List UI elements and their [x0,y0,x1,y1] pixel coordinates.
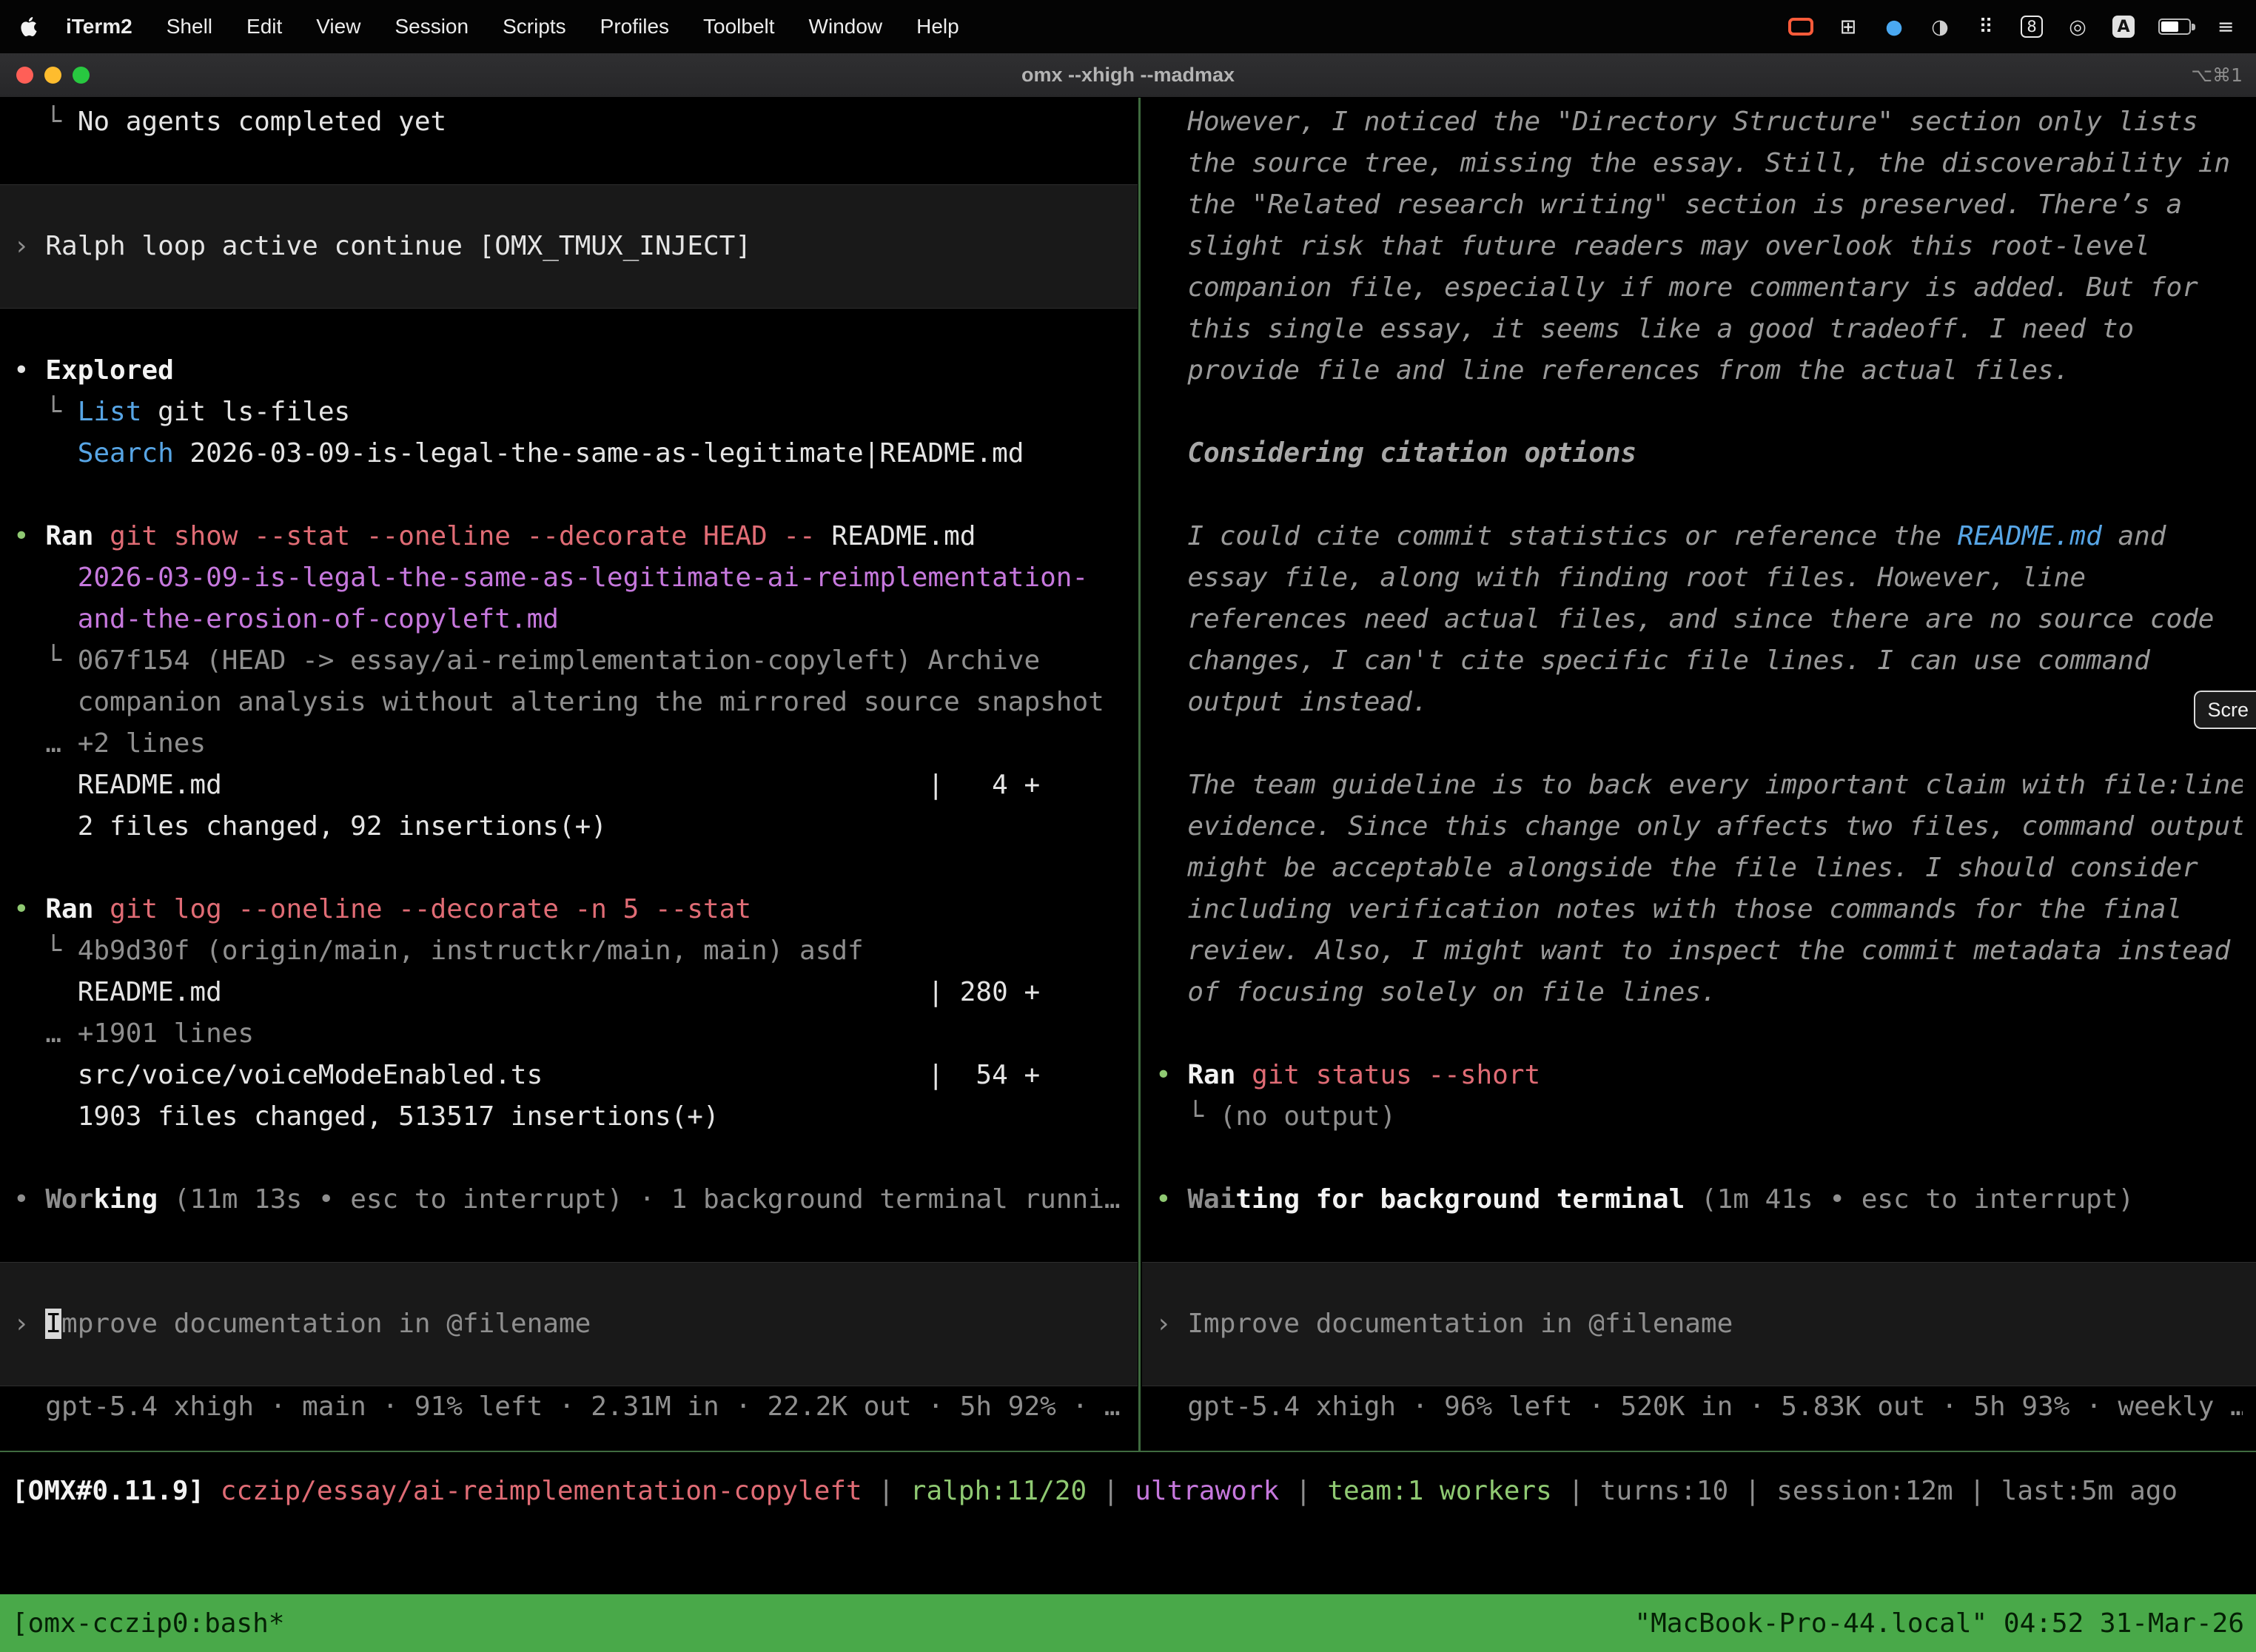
dark-app-icon[interactable]: ◑ [1929,14,1951,39]
terminal-line: including verification notes with those … [1155,889,2243,930]
tmux-session-label: [omx-cczip0:bash* [12,1608,284,1639]
terminal-line [1155,1220,2243,1262]
prompt-box[interactable]: › Improve documentation in @filename [0,1262,1138,1386]
screen-recording-icon[interactable] [1788,18,1813,36]
window-title: omx --xhigh --madmax [0,64,2256,87]
terminal-line: src/voice/voiceModeEnabled.ts | 54 + [13,1055,1124,1096]
terminal-line [1155,1138,2243,1179]
menu-item-view[interactable]: View [316,15,360,38]
window-shortcut: ⌥⌘1 [2191,64,2243,86]
reasoning-heading: Considering citation options [1155,433,2243,474]
terminal-line: companion file, especially if more comme… [1155,267,2243,309]
terminal-line: I could cite commit statistics or refere… [1155,516,2243,557]
terminal-line: 2 files changed, 92 insertions(+) [13,806,1124,847]
terminal-line: However, I noticed the "Directory Struct… [1155,101,2243,143]
menu-item-profiles[interactable]: Profiles [600,15,669,38]
terminal-line [13,1138,1124,1179]
menu-bar-items: iTerm2 Shell Edit View Session Scripts Profile… [49,15,976,38]
notice-box: › Ralph loop active continue [OMX_TMUX_I… [0,184,1138,309]
terminal-line [13,309,1124,350]
input-source-icon[interactable]: A [2112,16,2135,38]
terminal-line: └ (no output) [1155,1096,2243,1138]
model-status-line: gpt-5.4 xhigh · main · 91% left · 2.31M … [13,1386,1124,1428]
terminal: └ No agents completed yet › Ralph loop ac… [0,98,2256,1652]
terminal-line: evidence. Since this change only affects… [1155,806,2243,847]
blue-app-icon[interactable]: ● [1883,14,1905,39]
terminal-line [1155,723,2243,765]
menu-item-help[interactable]: Help [916,15,959,38]
menu-item-edit[interactable]: Edit [246,15,282,38]
dots-grid-icon[interactable]: ⠿ [1975,14,1997,39]
menu-item-session[interactable]: Session [395,15,469,38]
terminal-line: README.md | 4 + [13,765,1124,806]
terminal-line [1155,1013,2243,1055]
terminal-line: might be acceptable alongside the file l… [1155,847,2243,889]
model-status-line: gpt-5.4 xhigh · 96% left · 520K in · 5.8… [1155,1386,2243,1428]
terminal-line: and-the-erosion-of-copyleft.md [13,599,1124,640]
terminal-line: └ 4b9d30f (origin/main, instructkr/main,… [13,930,1124,972]
terminal-line: slight risk that future readers may over… [1155,226,2243,267]
terminal-line [13,1220,1124,1262]
inject-notice: › Ralph loop active continue [OMX_TMUX_I… [13,226,1124,267]
tmux-host-time-label: "MacBook-Pro-44.local" 04:52 31-Mar-26 [1634,1608,2244,1639]
terminal-line: references need actual files, and since … [1155,599,2243,640]
terminal-line [13,474,1124,516]
terminal-line: • Explored [13,350,1124,392]
number-8-icon[interactable]: 8 [2021,16,2043,38]
pane-divider[interactable] [1138,98,1141,1451]
pane-left[interactable]: └ No agents completed yet › Ralph loop ac… [0,98,1138,1451]
apple-menu-icon[interactable] [19,16,38,38]
menu-item-scripts[interactable]: Scripts [503,15,566,38]
terminal-line: └ 067f154 (HEAD -> essay/ai-reimplementa… [13,640,1124,682]
terminal-line: review. Also, I might want to inspect th… [1155,930,2243,972]
terminal-line: 1903 files changed, 513517 insertions(+) [13,1096,1124,1138]
terminal-line: this single essay, it seems like a good … [1155,309,2243,350]
terminal-line: Search 2026-03-09-is-legal-the-same-as-l… [13,433,1124,474]
prompt-input[interactable]: › Improve documentation in @filename [1155,1303,2243,1345]
terminal-line: README.md | 280 + [13,972,1124,1013]
terminal-line [13,847,1124,889]
terminal-line: └ List git ls-files [13,392,1124,433]
tmux-status-bar: [omx-cczip0:bash* "MacBook-Pro-44.local"… [0,1594,2256,1652]
terminal-line: └ No agents completed yet [13,101,1124,143]
terminal-line: the "Related research writing" section i… [1155,184,2243,226]
agent-waiting-line: • Waiting for background terminal (1m 41… [1155,1179,2243,1220]
omx-status-bar: [OMX#0.11.9] cczip/essay/ai-reimplementa… [0,1452,2256,1512]
terminal-line: • Ran git log --oneline --decorate -n 5 … [13,889,1124,930]
terminal-line: provide file and line references from th… [1155,350,2243,392]
menu-item-iterm2[interactable]: iTerm2 [66,15,132,38]
terminal-line: The team guideline is to back every impo… [1155,765,2243,806]
terminal-line: … +1901 lines [13,1013,1124,1055]
terminal-line: companion analysis without altering the … [13,682,1124,723]
prompt-box[interactable]: › Improve documentation in @filename [1142,1262,2256,1386]
terminal-line [13,143,1124,184]
terminal-line: • Ran git show --stat --oneline --decora… [13,516,1124,557]
terminal-line: the source tree, missing the essay. Stil… [1155,143,2243,184]
menu-item-toolbelt[interactable]: Toolbelt [703,15,775,38]
circle-app-icon[interactable]: ◎ [2067,14,2089,39]
terminal-line: … +2 lines [13,723,1124,765]
pane-right[interactable]: However, I noticed the "Directory Struct… [1142,98,2256,1451]
control-center-icon[interactable]: ≡ [2215,14,2237,39]
battery-icon[interactable] [2158,19,2191,35]
terminal-line: 2026-03-09-is-legal-the-same-as-legitima… [13,557,1124,599]
terminal-line: • Ran git status --short [1155,1055,2243,1096]
status-icons: ⊞ ● ◑ ⠿ 8 ◎ A ≡ [1788,14,2237,39]
menu-item-shell[interactable]: Shell [167,15,212,38]
window-title-bar[interactable]: omx --xhigh --madmax ⌥⌘1 [0,53,2256,98]
terminal-line [1155,474,2243,516]
agent-working-line: • Working (11m 13s • esc to interrupt) ·… [13,1179,1124,1220]
terminal-line: of focusing solely on file lines. [1155,972,2243,1013]
screen-overlay-button[interactable]: Scre [2194,691,2256,729]
terminal-line: changes, I can't cite specific file line… [1155,640,2243,682]
terminal-line: output instead. [1155,682,2243,723]
menu-item-window[interactable]: Window [809,15,883,38]
terminal-line [1155,392,2243,433]
menu-bar: iTerm2 Shell Edit View Session Scripts Profile… [0,0,2256,53]
keyboard-grid-icon[interactable]: ⊞ [1837,14,1859,39]
terminal-line: essay file, along with finding root file… [1155,557,2243,599]
prompt-input[interactable]: › Improve documentation in @filename [13,1303,1124,1345]
omx-status-line: [OMX#0.11.9] cczip/essay/ai-reimplementa… [0,1471,2256,1512]
